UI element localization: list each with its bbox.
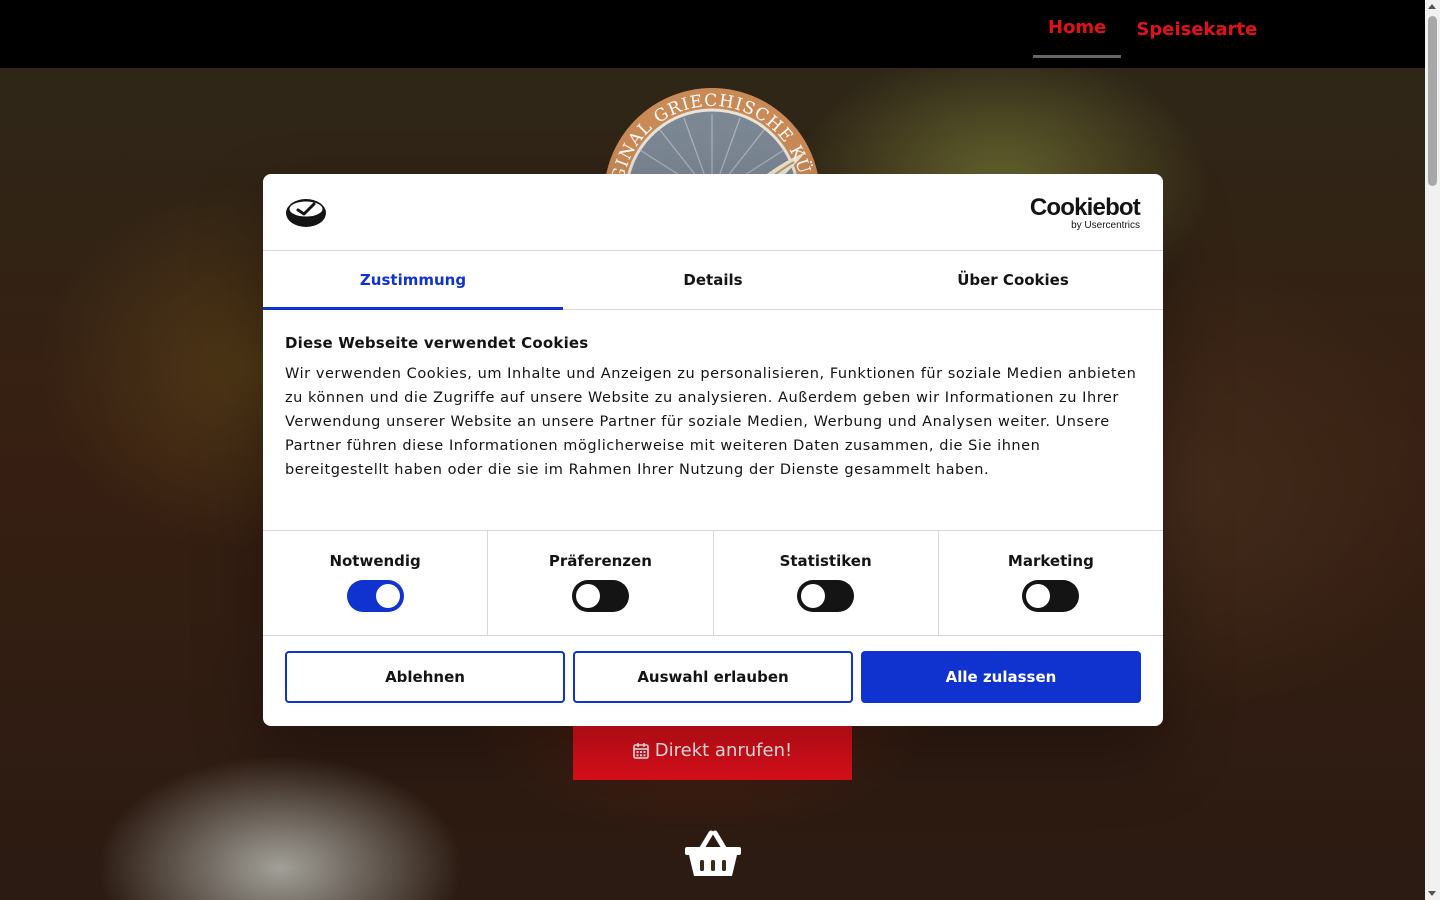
- toggle-label-marketing: Marketing: [1007, 552, 1094, 570]
- dialog-header: Cookiebot by Usercentrics: [263, 174, 1163, 251]
- toggle-knob: [575, 584, 600, 608]
- toggle-label-notwendig: Notwendig: [329, 552, 421, 570]
- cookiebot-brand-logo[interactable]: Cookiebot by Usercentrics: [1029, 194, 1141, 231]
- dialog-description: Wir verwenden Cookies, um Inhalte und An…: [285, 366, 1137, 478]
- dialog-title: Diese Webseite verwendet Cookies: [285, 334, 589, 352]
- toggle-group-praeferenzen: Präferenzen: [488, 531, 714, 635]
- calendar-icon: [632, 742, 649, 759]
- toggle-group-statistiken: Statistiken: [714, 531, 939, 635]
- main-nav: Home Speisekarte: [1033, 0, 1272, 68]
- toggle-label-praeferenzen: Präferenzen: [548, 552, 652, 570]
- dialog-tabs: Zustimmung Details Über Cookies: [263, 251, 1163, 310]
- call-button-label: Direkt anrufen!: [654, 739, 793, 761]
- call-button[interactable]: Direkt anrufen!: [573, 720, 852, 780]
- toggle-switch-statistiken[interactable]: [797, 580, 855, 612]
- toggle-group-notwendig: Notwendig: [263, 531, 489, 635]
- cookiebot-by-usercentrics: by Usercentrics: [1071, 220, 1140, 231]
- scroll-down-arrow[interactable]: [1428, 891, 1436, 896]
- allow-selection-button[interactable]: Auswahl erlauben: [573, 651, 853, 703]
- tab-zustimmung[interactable]: Zustimmung: [263, 251, 563, 310]
- cookie-logo-icon: [286, 199, 326, 227]
- dialog-body: Diese Webseite verwendet Cookies Wir ver…: [263, 310, 1163, 531]
- scroll-up-arrow[interactable]: [1428, 4, 1436, 9]
- nav-item-speisekarte[interactable]: Speisekarte: [1121, 0, 1272, 58]
- dialog-buttons: Ablehnen Auswahl erlauben Alle zulassen: [263, 636, 1163, 718]
- scrollbar-thumb[interactable]: [1428, 16, 1437, 186]
- page-scrollbar[interactable]: [1425, 0, 1440, 900]
- toggle-knob: [1026, 584, 1051, 608]
- nav-item-home[interactable]: Home: [1033, 0, 1122, 58]
- decline-button[interactable]: Ablehnen: [285, 651, 565, 703]
- toggle-knob: [801, 584, 826, 608]
- top-navigation-bar: Home Speisekarte: [0, 0, 1425, 68]
- consent-toggles: Notwendig Präferenzen Statistiken Market…: [263, 531, 1163, 636]
- toggle-switch-marketing[interactable]: [1022, 580, 1080, 612]
- toggle-knob: [375, 584, 400, 608]
- toggle-group-marketing: Marketing: [939, 531, 1163, 635]
- toggle-label-statistiken: Statistiken: [779, 552, 872, 570]
- tab-ueber-cookies[interactable]: Über Cookies: [863, 251, 1163, 309]
- cookie-consent-dialog: Cookiebot by Usercentrics Zustimmung Det…: [263, 174, 1163, 726]
- allow-all-button[interactable]: Alle zulassen: [861, 651, 1141, 703]
- cookiebot-name: Cookiebot: [1029, 194, 1141, 221]
- shopping-basket-icon[interactable]: [684, 830, 742, 878]
- toggle-switch-praeferenzen[interactable]: [571, 580, 629, 612]
- tab-details[interactable]: Details: [563, 251, 863, 309]
- toggle-switch-notwendig[interactable]: [346, 580, 404, 612]
